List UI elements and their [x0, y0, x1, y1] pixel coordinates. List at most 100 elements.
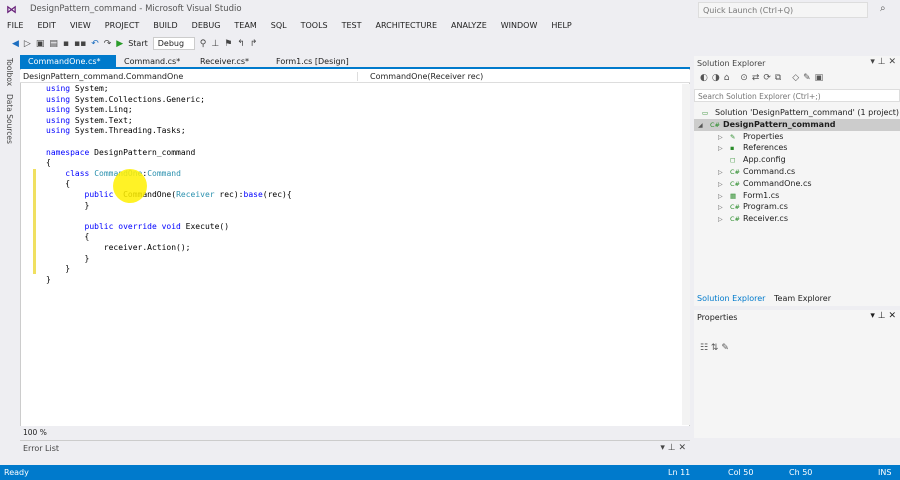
solution-bottom-tabs: Solution Explorer Team Explorer: [694, 294, 900, 306]
solution-toolbar[interactable]: ◐◑⌂ ⊙⇄⟳⧉ ◇✎▣: [700, 73, 827, 83]
forward-icon[interactable]: ▷: [24, 39, 31, 49]
data-sources-tab[interactable]: Data Sources: [5, 94, 14, 144]
undo-icon[interactable]: ↶: [91, 39, 99, 49]
tab-solution-explorer[interactable]: Solution Explorer: [697, 294, 765, 303]
panel-controls[interactable]: ▾ ⊥ ✕: [870, 57, 896, 67]
menu-team[interactable]: TEAM: [227, 18, 263, 34]
config-icon: ◻: [730, 156, 736, 165]
panel-controls[interactable]: ▾ ⊥ ✕: [870, 311, 896, 321]
tab-document[interactable]: CommandOne.cs*: [20, 55, 116, 67]
menu-analyze[interactable]: ANALYZE: [444, 18, 494, 34]
menu-project[interactable]: PROJECT: [98, 18, 147, 34]
code-token: using: [46, 115, 71, 125]
redo-icon[interactable]: ↷: [104, 39, 112, 49]
code-line: }: [46, 254, 90, 265]
code-token: Receiver: [176, 190, 215, 199]
tree-item[interactable]: ▷ C# CommandOne.cs: [718, 178, 812, 190]
code-token: System.Text;: [70, 115, 133, 125]
toolbox-tab[interactable]: Toolbox: [5, 58, 14, 86]
code-line: using System.Threading.Tasks;: [46, 126, 186, 137]
find-icon[interactable]: ⚲: [200, 39, 207, 49]
menu-architecture[interactable]: ARCHITECTURE: [369, 18, 444, 34]
code-token: {: [46, 158, 51, 168]
status-mode: INS: [878, 468, 892, 477]
error-list-title: Error List: [23, 444, 60, 453]
save-icon[interactable]: ▪: [63, 39, 69, 49]
tab-document[interactable]: Command.cs*: [116, 55, 192, 67]
tree-item[interactable]: ▷ C# Receiver.cs: [718, 213, 788, 225]
panel-controls[interactable]: ▾ ⊥ ✕: [660, 443, 686, 453]
menu-debug[interactable]: DEBUG: [185, 18, 228, 34]
uncomment-icon[interactable]: ↱: [250, 39, 258, 49]
tree-item-label: Receiver.cs: [743, 214, 788, 224]
status-line: Ln 11: [668, 468, 691, 477]
open-file-icon[interactable]: ▤: [49, 39, 58, 49]
tree-item-label: Properties: [743, 131, 784, 141]
zoom-bar: 100 %: [20, 426, 690, 438]
zoom-level-select[interactable]: 100 %: [23, 428, 47, 437]
tree-item[interactable]: ▷ C# Command.cs: [718, 166, 795, 178]
solution-configuration-select[interactable]: Debug: [152, 37, 195, 50]
code-token: namespace: [46, 147, 90, 157]
code-line: using System;: [46, 84, 109, 95]
menu-view[interactable]: VIEW: [63, 18, 98, 34]
new-project-icon[interactable]: ▣: [36, 39, 45, 49]
tree-item[interactable]: ▷ C# Program.cs: [718, 201, 788, 213]
menu-sql[interactable]: SQL: [264, 18, 294, 34]
menu-tools[interactable]: TOOLS: [294, 18, 335, 34]
solution-icon: ▭: [702, 109, 709, 117]
csharp-project-icon: C#: [710, 120, 720, 129]
left-tool-strip: Toolbox Data Sources: [0, 54, 18, 438]
menu-window[interactable]: WINDOW: [494, 18, 545, 34]
navigation-bar: DesignPattern_command.CommandOne Command…: [20, 70, 690, 83]
tree-item[interactable]: ◻ App.config: [718, 154, 786, 166]
menu-build[interactable]: BUILD: [146, 18, 184, 34]
type-dropdown[interactable]: DesignPattern_command.CommandOne: [23, 72, 183, 81]
csharp-file-icon: C#: [730, 203, 740, 212]
property-sort-icons[interactable]: ☷ ⇅ ✎: [700, 343, 729, 353]
comment-icon[interactable]: ↰: [237, 39, 245, 49]
member-dropdown[interactable]: CommandOne(Receiver rec): [357, 72, 483, 81]
start-icon[interactable]: ▶: [116, 39, 123, 49]
code-token: class: [65, 168, 90, 178]
tree-item[interactable]: ▷ ✎ Properties: [718, 131, 783, 143]
code-line: namespace DesignPattern_command: [46, 148, 195, 159]
menu-test[interactable]: TEST: [335, 18, 369, 34]
references-icon: ▪: [730, 144, 735, 153]
tree-item[interactable]: ◢ C# DesignPattern_command: [694, 118, 900, 131]
back-icon[interactable]: ◀: [12, 39, 19, 49]
tree-item-label: References: [743, 143, 788, 153]
vertical-scrollbar[interactable]: [682, 84, 690, 425]
window-title: DesignPattern_command - Microsoft Visual…: [30, 4, 242, 14]
code-token: public override void: [84, 221, 181, 231]
quick-launch-input[interactable]: Quick Launch (Ctrl+Q): [698, 2, 868, 18]
tab-document[interactable]: Form1.cs [Design]: [268, 55, 349, 67]
tree-item[interactable]: ▷ ▦ Form1.cs: [718, 190, 779, 202]
menu-file[interactable]: FILE: [0, 18, 30, 34]
tab-team-explorer[interactable]: Team Explorer: [774, 294, 831, 303]
code-token: rec):: [214, 190, 244, 199]
code-area[interactable]: using System; using System.Collections.Ge…: [20, 84, 680, 425]
toolbar: ◀ ▷ ▣ ▤ ▪ ▪▪ ↶ ↷ ▶ Start Debug ⚲ ⊥ ⚑ ↰ ↱: [12, 35, 257, 52]
tree-item[interactable]: ▷ ▪ References: [718, 142, 787, 154]
code-line: {: [46, 179, 70, 190]
code-token: receiver.Action();: [46, 243, 191, 252]
code-token: (rec){: [262, 190, 292, 199]
expand-arrow-icon[interactable]: ▷: [718, 214, 730, 226]
menu-edit[interactable]: EDIT: [30, 18, 62, 34]
align-icon[interactable]: ⊥: [211, 39, 219, 49]
tree-item[interactable]: ▭ Solution 'DesignPattern_command' (1 pro…: [702, 107, 899, 119]
menu-help[interactable]: HELP: [544, 18, 578, 34]
solution-search-input[interactable]: Search Solution Explorer (Ctrl+;): [694, 89, 900, 102]
tree-item-label: Form1.cs: [743, 190, 780, 200]
visual-studio-logo-icon: ⋈: [6, 3, 17, 16]
bookmark-icon[interactable]: ⚑: [224, 39, 232, 49]
code-token: using: [46, 126, 71, 136]
code-token: Execute(): [180, 221, 230, 231]
tab-document[interactable]: Receiver.cs*: [192, 55, 268, 67]
start-button[interactable]: Start: [128, 39, 148, 48]
code-token: }: [46, 274, 51, 284]
save-all-icon[interactable]: ▪▪: [74, 39, 86, 49]
code-line: }: [46, 264, 70, 275]
